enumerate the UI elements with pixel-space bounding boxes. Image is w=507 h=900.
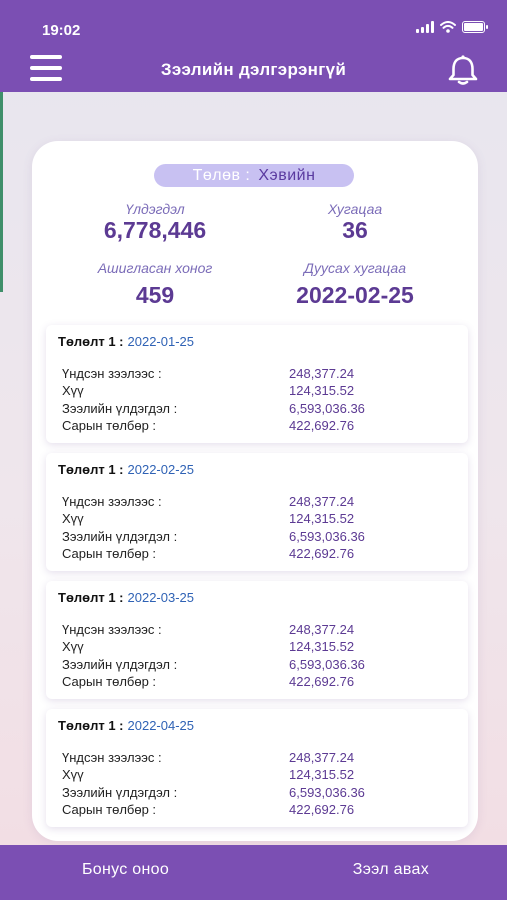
loan-balance-label: Зээлийн үлдэгдэл : (62, 785, 178, 800)
principal-value: 248,377.24 (289, 622, 355, 637)
payment-date: 2022-01-25 (127, 334, 195, 349)
interest-value: 124,315.52 (289, 767, 355, 782)
balance-stat: Үлдэгдэл 6,778,446 (80, 201, 230, 244)
get-loan-button[interactable]: Зээл авах (353, 861, 429, 879)
payment-item: Төлөлт 1 :2022-04-25 Үндсэн зээлээс : 24… (46, 709, 468, 827)
loan-balance-value: 6,593,036.36 (289, 785, 365, 800)
monthly-payment-label: Сарын төлбөр : (62, 674, 157, 689)
payment-header: Төлөлт 1 :2022-04-25 (58, 718, 194, 733)
principal-label: Үндсэн зээлээс : (62, 494, 162, 509)
status-label: Төлөв : (192, 167, 251, 184)
used-days-stat: Ашигласан хоног 459 (70, 260, 240, 309)
bonus-points-button[interactable]: Бонус оноо (82, 861, 169, 879)
payment-title: Төлөлт 1 : (58, 590, 124, 605)
loan-balance-label: Зээлийн үлдэгдэл : (62, 401, 178, 416)
loan-balance-value: 6,593,036.36 (289, 401, 365, 416)
principal-value: 248,377.24 (289, 750, 355, 765)
interest-label: Хүү (62, 511, 84, 526)
end-date-label: Дуусах хугацаа (304, 260, 406, 276)
signal-icon (416, 21, 434, 33)
principal-label: Үндсэн зээлээс : (62, 750, 162, 765)
payment-header: Төлөлт 1 :2022-01-25 (58, 334, 194, 349)
payment-title: Төлөлт 1 : (58, 718, 124, 733)
payment-header: Төлөлт 1 :2022-02-25 (58, 462, 194, 477)
monthly-payment-value: 422,692.76 (289, 802, 355, 817)
balance-label: Үлдэгдэл (125, 201, 185, 217)
principal-label: Үндсэн зээлээс : (62, 622, 162, 637)
payment-title: Төлөлт 1 : (58, 334, 124, 349)
loan-balance-label: Зээлийн үлдэгдэл : (62, 529, 178, 544)
term-stat: Хугацаа 36 (295, 201, 415, 244)
interest-label: Хүү (62, 639, 84, 654)
payment-header: Төлөлт 1 :2022-03-25 (58, 590, 194, 605)
payment-item: Төлөлт 1 :2022-03-25 Үндсэн зээлээс : 24… (46, 581, 468, 699)
payment-date: 2022-04-25 (127, 718, 195, 733)
interest-value: 124,315.52 (289, 639, 355, 654)
bottom-nav: Бонус оноо Зээл авах (0, 845, 507, 900)
used-days-label: Ашигласан хоног (97, 260, 213, 276)
status-badge: Төлөв : Хэвийн (154, 164, 354, 187)
edge-strip (0, 92, 3, 292)
interest-label: Хүү (62, 767, 84, 782)
loan-balance-value: 6,593,036.36 (289, 657, 365, 672)
status-icons (416, 21, 488, 33)
battery-icon (462, 21, 488, 33)
principal-value: 248,377.24 (289, 366, 355, 381)
term-label: Хугацаа (327, 201, 383, 217)
wifi-icon (440, 21, 456, 33)
status-value: Хэвийн (258, 167, 316, 184)
status-time: 19:02 (42, 22, 81, 39)
monthly-payment-value: 422,692.76 (289, 674, 355, 689)
monthly-payment-value: 422,692.76 (289, 418, 355, 433)
page-title: Зээлийн дэлгэрэнгүй (160, 60, 347, 79)
interest-value: 124,315.52 (289, 511, 355, 526)
term-value: 36 (342, 217, 368, 243)
interest-label: Хүү (62, 383, 84, 398)
payment-date: 2022-03-25 (127, 590, 195, 605)
end-date-stat: Дуусах хугацаа 2022-02-25 (275, 260, 435, 309)
loan-balance-value: 6,593,036.36 (289, 529, 365, 544)
payment-title: Төлөлт 1 : (58, 462, 124, 477)
monthly-payment-value: 422,692.76 (289, 546, 355, 561)
principal-label: Үндсэн зээлээс : (62, 366, 162, 381)
balance-value: 6,778,446 (103, 217, 207, 243)
interest-value: 124,315.52 (289, 383, 355, 398)
monthly-payment-label: Сарын төлбөр : (62, 418, 157, 433)
principal-value: 248,377.24 (289, 494, 355, 509)
payment-item: Төлөлт 1 :2022-02-25 Үндсэн зээлээс : 24… (46, 453, 468, 571)
bell-icon[interactable] (446, 54, 480, 86)
app-header: 19:02 Зээлийн дэлгэрэнгүй (0, 0, 507, 92)
monthly-payment-label: Сарын төлбөр : (62, 546, 157, 561)
monthly-payment-label: Сарын төлбөр : (62, 802, 157, 817)
end-date-value: 2022-02-25 (296, 282, 414, 308)
loan-balance-label: Зээлийн үлдэгдэл : (62, 657, 178, 672)
payment-date: 2022-02-25 (127, 462, 195, 477)
loan-detail-card: Төлөв : Хэвийн Үлдэгдэл 6,778,446 Хугацаа… (32, 141, 478, 841)
payment-item: Төлөлт 1 :2022-01-25 Үндсэн зээлээс : 24… (46, 325, 468, 443)
used-days-value: 459 (135, 282, 175, 308)
